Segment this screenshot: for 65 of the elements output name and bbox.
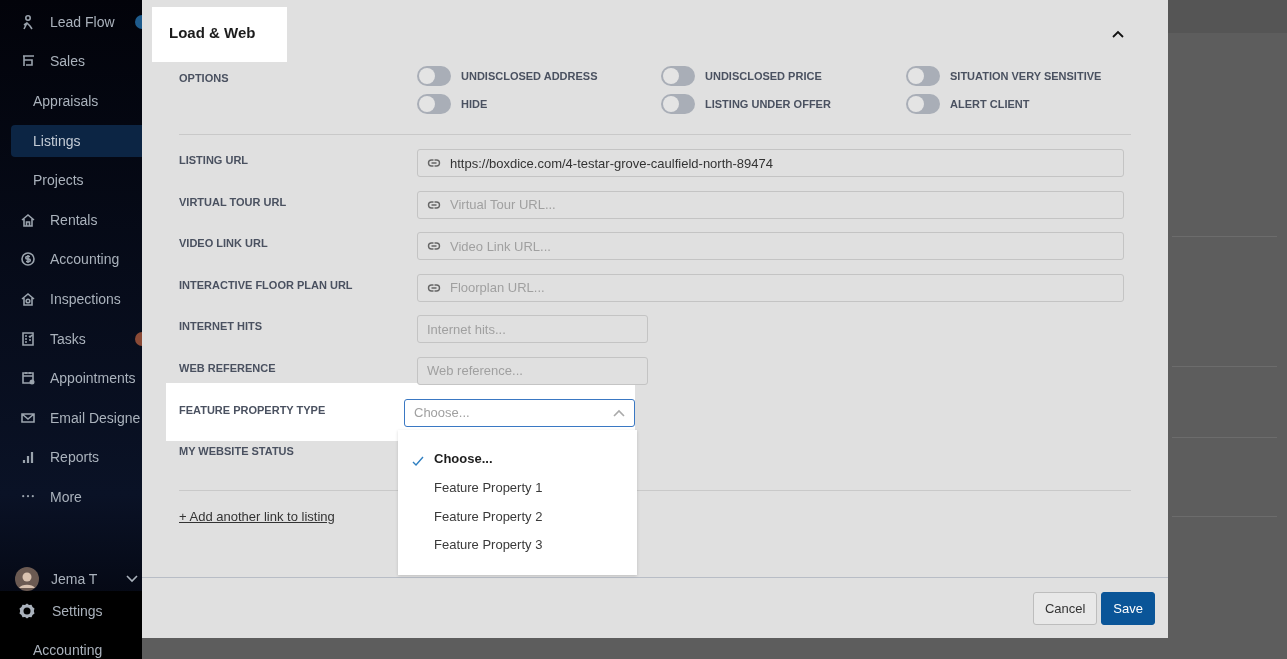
toggle-switch[interactable] [661,94,695,114]
field-label: VIRTUAL TOUR URL [179,194,288,208]
sidebar-item[interactable]: Reports [0,437,142,478]
house-search-icon [20,290,36,307]
sidebar-item[interactable]: Appointments [0,358,142,398]
chevron-up-icon [1112,30,1124,38]
ellipsis-icon [22,495,34,499]
field-label: INTERACTIVE FLOOR PLAN URL [179,277,354,291]
toggle-label: HIDE [461,98,488,110]
cancel-button[interactable]: Cancel [1032,591,1098,625]
calendar-icon [20,370,36,387]
input-field[interactable]: Internet hits... [417,315,648,344]
sidebar-item[interactable]: Accounting [0,630,142,659]
url-field[interactable]: Virtual Tour URL... [417,190,1124,219]
toggle-switch[interactable] [417,66,451,86]
dialog-title: Load & Web [152,7,287,62]
dollar-circle-icon [20,251,36,268]
sidebar-item[interactable]: Appraisals [0,81,142,121]
sidebar-item[interactable]: Listings [11,124,142,157]
person-icon [20,13,36,30]
chevron-up-icon [613,408,625,417]
avatar-icon [15,566,39,591]
gear-icon [18,601,36,620]
checklist-icon [20,330,36,347]
sidebar-item[interactable]: Inspections [0,279,142,319]
field-label: WEB REFERENCE [179,360,277,374]
menu-item[interactable]: Choose... [398,444,637,474]
toggle-switch[interactable] [906,66,940,86]
checkmark-icon [412,455,424,466]
field-label: LISTING URL [179,153,250,166]
url-field[interactable]: https://boxdice.com/4-testar-grove-caulfield-north-89474 [417,149,1124,177]
sidebar-item[interactable]: Projects [0,160,142,200]
chevron-down-icon [126,574,138,583]
link-icon [427,156,441,170]
toggle-label: ALERT CLIENT [950,98,1030,110]
settings-item[interactable]: Settings [0,590,142,631]
collapse-button[interactable] [1110,28,1126,40]
field-label: FEATURE PROPERTY TYPE [179,402,327,416]
field-label: MY WEBSITE STATUS [179,444,295,458]
toggle-switch[interactable] [906,94,940,114]
toggle-switch[interactable] [417,94,451,114]
sidebar-item[interactable]: More [0,477,142,517]
add-link[interactable]: + Add another link to listing [179,509,335,525]
toggle-switch[interactable] [661,66,695,86]
sidebar-item[interactable]: Accounting [0,239,142,280]
toggle-label: UNDISCLOSED ADDRESS [461,70,598,82]
field-label: OPTIONS [179,71,230,86]
user-menu[interactable]: Jema T [0,566,142,591]
toggle-label: UNDISCLOSED PRICE [705,70,822,82]
sidebar-item[interactable]: Email Designe [0,397,142,438]
menu-item[interactable]: Feature Property 3 [398,530,637,560]
toggle-label: SITUATION VERY SENSITIVE [950,70,1102,82]
save-button[interactable]: Save [1101,591,1155,625]
url-field[interactable]: Video Link URL... [417,232,1124,261]
field-label: INTERNET HITS [179,319,264,333]
sidebar-item[interactable]: Rentals [0,199,142,240]
input-field[interactable]: Web reference... [417,356,648,385]
toggle-label: LISTING UNDER OFFER [705,98,831,110]
sidebar-item[interactable]: Sales [0,41,142,82]
url-field[interactable]: Floorplan URL... [417,273,1124,302]
bar-chart-icon [20,449,36,466]
menu-item[interactable]: Feature Property 2 [398,501,637,531]
house-icon [20,211,36,228]
menu-item[interactable]: Feature Property 1 [398,473,637,502]
field-label: VIDEO LINK URL [179,236,269,250]
